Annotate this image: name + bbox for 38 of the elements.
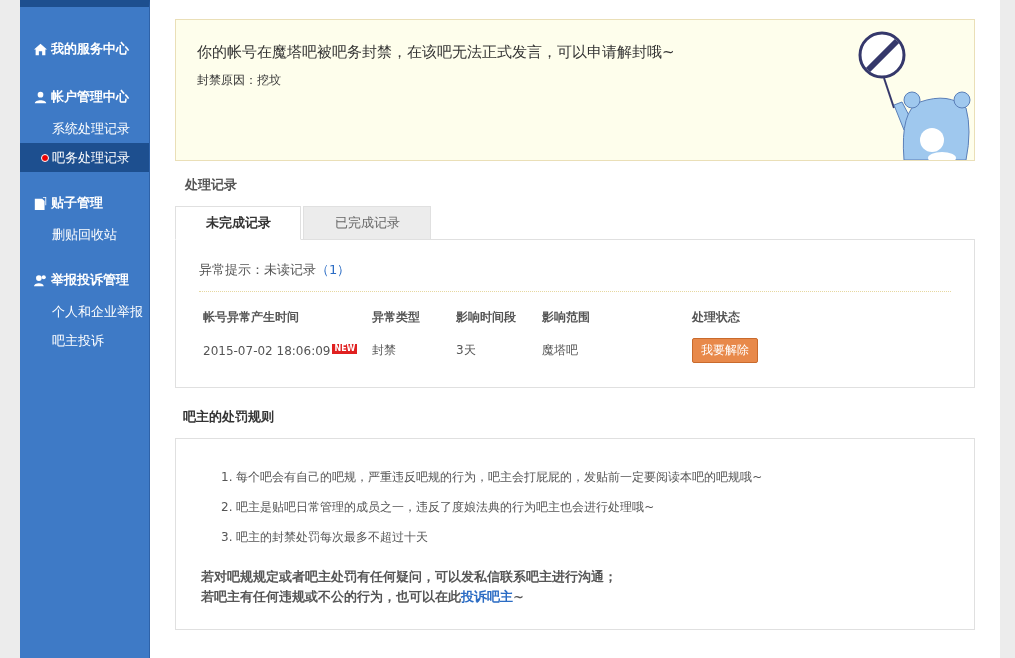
- sidebar-item[interactable]: 删贴回收站: [20, 220, 149, 249]
- alert-label: 异常提示：未读记录: [199, 261, 316, 279]
- table-cell: 2015-07-02 18:06:09: [203, 343, 331, 358]
- sidebar-heading[interactable]: 我的服务中心: [51, 40, 129, 58]
- rule-text: 2. 吧主是贴吧日常管理的成员之一，违反了度娘法典的行为吧主也会进行处理哦~: [220, 499, 656, 516]
- rule-text: 1. 每个吧会有自己的吧规，严重违反吧规的行为，吧主会打屁屁的，发贴前一定要阅读本吧的吧规哦~: [220, 469, 764, 486]
- sidebar-heading[interactable]: 贴子管理: [51, 194, 103, 212]
- column-header: 帐号异常产生时间: [203, 309, 300, 326]
- tab[interactable]: 未完成记录: [175, 206, 301, 240]
- rule-text: 3. 吧主的封禁处罚每次最多不超过十天: [220, 529, 430, 546]
- sidebar-item[interactable]: 吧务处理记录: [20, 143, 149, 172]
- sidebar-item[interactable]: 个人和企业举报: [20, 297, 149, 326]
- people-icon: [34, 273, 47, 287]
- ban-reason: 封禁原因：挖坟: [197, 72, 282, 89]
- column-header: 影响范围: [542, 309, 591, 326]
- table-cell-text: 魔塔吧: [542, 342, 579, 359]
- dot-icon: [41, 153, 49, 162]
- column-header: 处理状态: [692, 309, 741, 326]
- column-header: 影响时间段: [456, 309, 517, 326]
- user-icon: [34, 90, 47, 104]
- section-title: 处理记录: [184, 176, 238, 194]
- contact-note: 若对吧规规定或者吧主处罚有任何疑问，可以发私信联系吧主进行沟通； 若吧主有任何违规或不公的行为，也可以在此投诉吧主~: [201, 568, 618, 606]
- home-icon: [34, 42, 47, 56]
- document-icon: [34, 196, 47, 210]
- table-cell-text: 3天: [456, 342, 477, 359]
- alert-count[interactable]: （1）: [316, 261, 351, 279]
- sidebar-heading[interactable]: 举报投诉管理: [51, 271, 129, 289]
- new-badge: NEW: [332, 343, 358, 354]
- complaint-link[interactable]: 投诉吧主: [461, 589, 513, 604]
- sidebar-item[interactable]: 系统处理记录: [20, 114, 149, 143]
- ban-message: 你的帐号在魔塔吧被吧务封禁，在该吧无法正式发言，可以申请解封哦~: [197, 43, 675, 62]
- tab[interactable]: 已完成记录: [303, 206, 431, 240]
- section-title: 吧主的处罚规则: [182, 408, 275, 426]
- table-cell-text: 封禁: [372, 342, 397, 359]
- unban-button[interactable]: 我要解除: [692, 338, 758, 363]
- column-header: 异常类型: [372, 309, 421, 326]
- sidebar-item[interactable]: 吧主投诉: [20, 326, 149, 355]
- sidebar-heading[interactable]: 帐户管理中心: [51, 88, 129, 106]
